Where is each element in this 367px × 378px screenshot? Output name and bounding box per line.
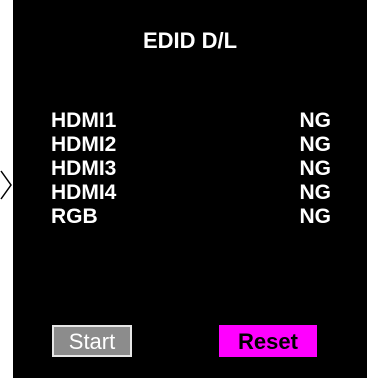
port-name: HDMI3 — [51, 157, 117, 180]
port-name: RGB — [51, 205, 98, 228]
port-status: NG — [299, 133, 332, 156]
chevron-right-icon — [0, 170, 12, 200]
port-row-hdmi2: HDMI2 NG — [51, 133, 331, 157]
port-row-hdmi1: HDMI1 NG — [51, 109, 331, 133]
port-row-hdmi4: HDMI4 NG — [51, 181, 331, 205]
start-button[interactable]: Start — [52, 325, 132, 357]
page-title: EDID D/L — [142, 28, 238, 53]
port-name: HDMI4 — [51, 181, 117, 204]
port-name: HDMI1 — [51, 109, 117, 132]
port-status: NG — [299, 157, 332, 180]
port-row-rgb: RGB NG — [51, 205, 331, 229]
reset-button[interactable]: Reset — [219, 325, 317, 357]
port-status: NG — [299, 109, 332, 132]
port-status: NG — [299, 181, 332, 204]
port-name: HDMI2 — [51, 133, 117, 156]
app-window: EDID D/L HDMI1 NG HDMI2 NG HDMI3 NG HDMI… — [0, 0, 367, 378]
port-status: NG — [299, 205, 332, 228]
port-row-hdmi3: HDMI3 NG — [51, 157, 331, 181]
